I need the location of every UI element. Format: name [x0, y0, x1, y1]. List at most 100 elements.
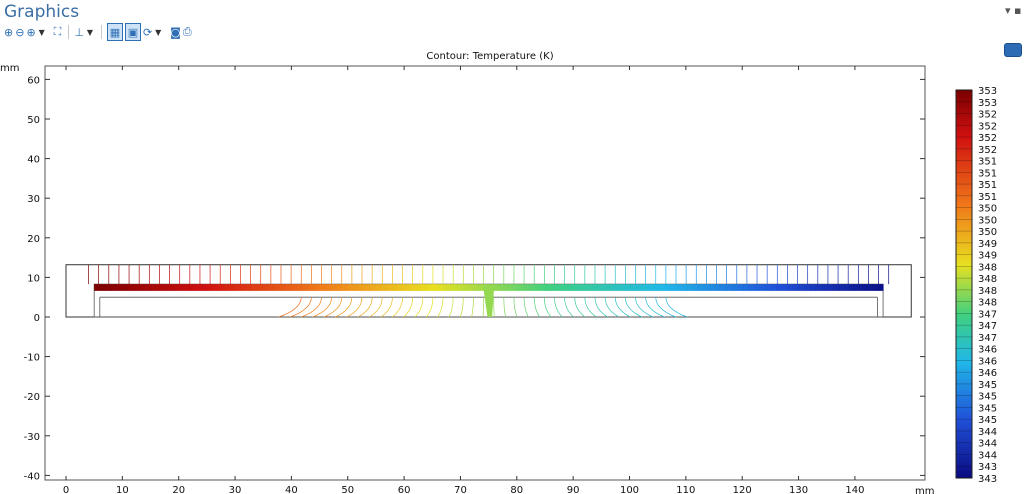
- channel-heat-segment: [313, 284, 321, 291]
- x-tick-label: 40: [285, 485, 298, 494]
- y-tick-label: -10: [24, 353, 40, 364]
- channel-heat-segment: [173, 284, 180, 291]
- channel-heat-segment: [792, 284, 800, 291]
- channel-heat-segment: [246, 284, 253, 291]
- channel-heat-segment: [511, 284, 518, 291]
- y-tick-label: -30: [24, 432, 40, 443]
- channel-heat-segment: [550, 284, 557, 291]
- channel-heat-segment: [471, 284, 478, 291]
- channel-heat-segment: [815, 284, 822, 291]
- channel-heat-segment: [454, 284, 461, 291]
- channel-heat-segment: [477, 284, 484, 291]
- channel-heat-segment: [325, 284, 332, 291]
- channel-heat-segment: [184, 284, 191, 291]
- colorbar-label: 349: [978, 239, 997, 250]
- colorbar-label: 347: [978, 309, 997, 320]
- colorbar-label: 348: [978, 286, 997, 297]
- channel-heat-segment: [240, 284, 247, 291]
- channel-heat-segment: [381, 284, 388, 291]
- channel-heat-segment: [460, 284, 467, 291]
- channel-heat-segment: [719, 284, 726, 291]
- y-tick-label: -40: [24, 471, 40, 482]
- contour-plot: mm mm 0 10 20 30 40 50 60 70 80 90 100 110 120 130 140…: [0, 63, 997, 494]
- colorbar-label: 348: [978, 262, 997, 273]
- channel-heat-segment: [764, 284, 771, 291]
- colorbar-label: 345: [978, 380, 997, 391]
- channel-heat-segment: [336, 284, 343, 291]
- x-tick-label: 60: [398, 485, 411, 494]
- channel-heat-segment: [804, 284, 811, 291]
- channel-heat-segment: [821, 284, 828, 291]
- channel-heat-segment: [691, 284, 698, 291]
- x-tick-label: 70: [454, 485, 467, 494]
- channel-heat-segment: [201, 284, 208, 291]
- channel-heat-segment: [663, 284, 670, 291]
- channel-heat-segment: [280, 284, 287, 291]
- channel-heat-segment: [218, 284, 225, 291]
- y-tick-label: -20: [24, 392, 40, 403]
- channel-heat-segment: [297, 284, 304, 291]
- colorbar-label: 346: [978, 345, 997, 356]
- y-tick-label: 60: [27, 75, 40, 86]
- channel-heat-segment: [623, 284, 630, 291]
- channel-heat-segment: [753, 284, 760, 291]
- x-tick-label: 80: [510, 485, 523, 494]
- colorbar-label: 347: [978, 333, 997, 344]
- plot-area: [44, 65, 926, 481]
- channel-heat-segment: [302, 284, 309, 291]
- channel-heat-segment: [127, 284, 135, 291]
- channel-heat-segment: [94, 284, 101, 291]
- colorbar-label: 346: [978, 368, 997, 379]
- y-axis-unit: mm: [0, 63, 19, 74]
- channel-heat-segment: [319, 284, 326, 291]
- channel-heat-segment: [652, 284, 659, 291]
- channel-heat-segment: [404, 284, 411, 291]
- channel-heat-segment: [353, 284, 360, 291]
- channel-heat-segment: [798, 284, 805, 291]
- x-tick-label: 120: [733, 485, 752, 494]
- colorbar-label: 353: [978, 86, 997, 97]
- channel-heat-segment: [206, 284, 214, 291]
- colorbar-label: 352: [978, 133, 997, 144]
- channel-heat-segment: [516, 284, 523, 291]
- channel-heat-segment: [832, 284, 839, 291]
- x-tick-label: 30: [229, 485, 242, 494]
- channel-heat-segment: [235, 284, 242, 291]
- channel-heat-segment: [657, 284, 664, 291]
- colorbar-label: 345: [978, 415, 997, 426]
- channel-heat-segment: [99, 284, 106, 291]
- channel-heat-segment: [195, 284, 202, 291]
- channel-heat-segment: [702, 284, 709, 291]
- channel-heat-segment: [291, 284, 298, 291]
- channel-heat-segment: [736, 284, 743, 291]
- x-tick-label: 0: [63, 485, 69, 494]
- channel-heat-segment: [449, 284, 456, 291]
- colorbar-label: 350: [978, 204, 997, 215]
- channel-heat-segment: [274, 284, 281, 291]
- channel-heat-segment: [584, 284, 591, 291]
- channel-heat-segment: [601, 284, 608, 291]
- channel-heat-segment: [370, 284, 377, 291]
- channel-heat-segment: [257, 284, 264, 291]
- colorbar-label: 351: [978, 192, 997, 203]
- channel-heat-segment: [826, 284, 833, 291]
- colorbar-label: 349: [978, 251, 997, 262]
- channel-heat-segment: [680, 284, 687, 291]
- x-tick-label: 110: [676, 485, 695, 494]
- channel-heat-segment: [409, 284, 416, 291]
- colorbar-label: 350: [978, 227, 997, 238]
- colorbar-label: 344: [978, 439, 997, 450]
- channel-heat-segment: [466, 284, 473, 291]
- colorbar-label: 343: [978, 474, 997, 485]
- channel-heat-segment: [494, 284, 501, 291]
- channel-heat-segment: [809, 284, 816, 291]
- channel-heat-segment: [668, 284, 676, 291]
- channel-heat-segment: [133, 284, 140, 291]
- channel-heat-segment: [539, 284, 546, 291]
- channel-heat-segment: [432, 284, 439, 291]
- channel-heat-segment: [528, 284, 535, 291]
- colorbar-label: 351: [978, 157, 997, 168]
- channel-heat-segment: [759, 284, 766, 291]
- colorbar-label: 346: [978, 356, 997, 367]
- channel-heat-segment: [398, 284, 405, 291]
